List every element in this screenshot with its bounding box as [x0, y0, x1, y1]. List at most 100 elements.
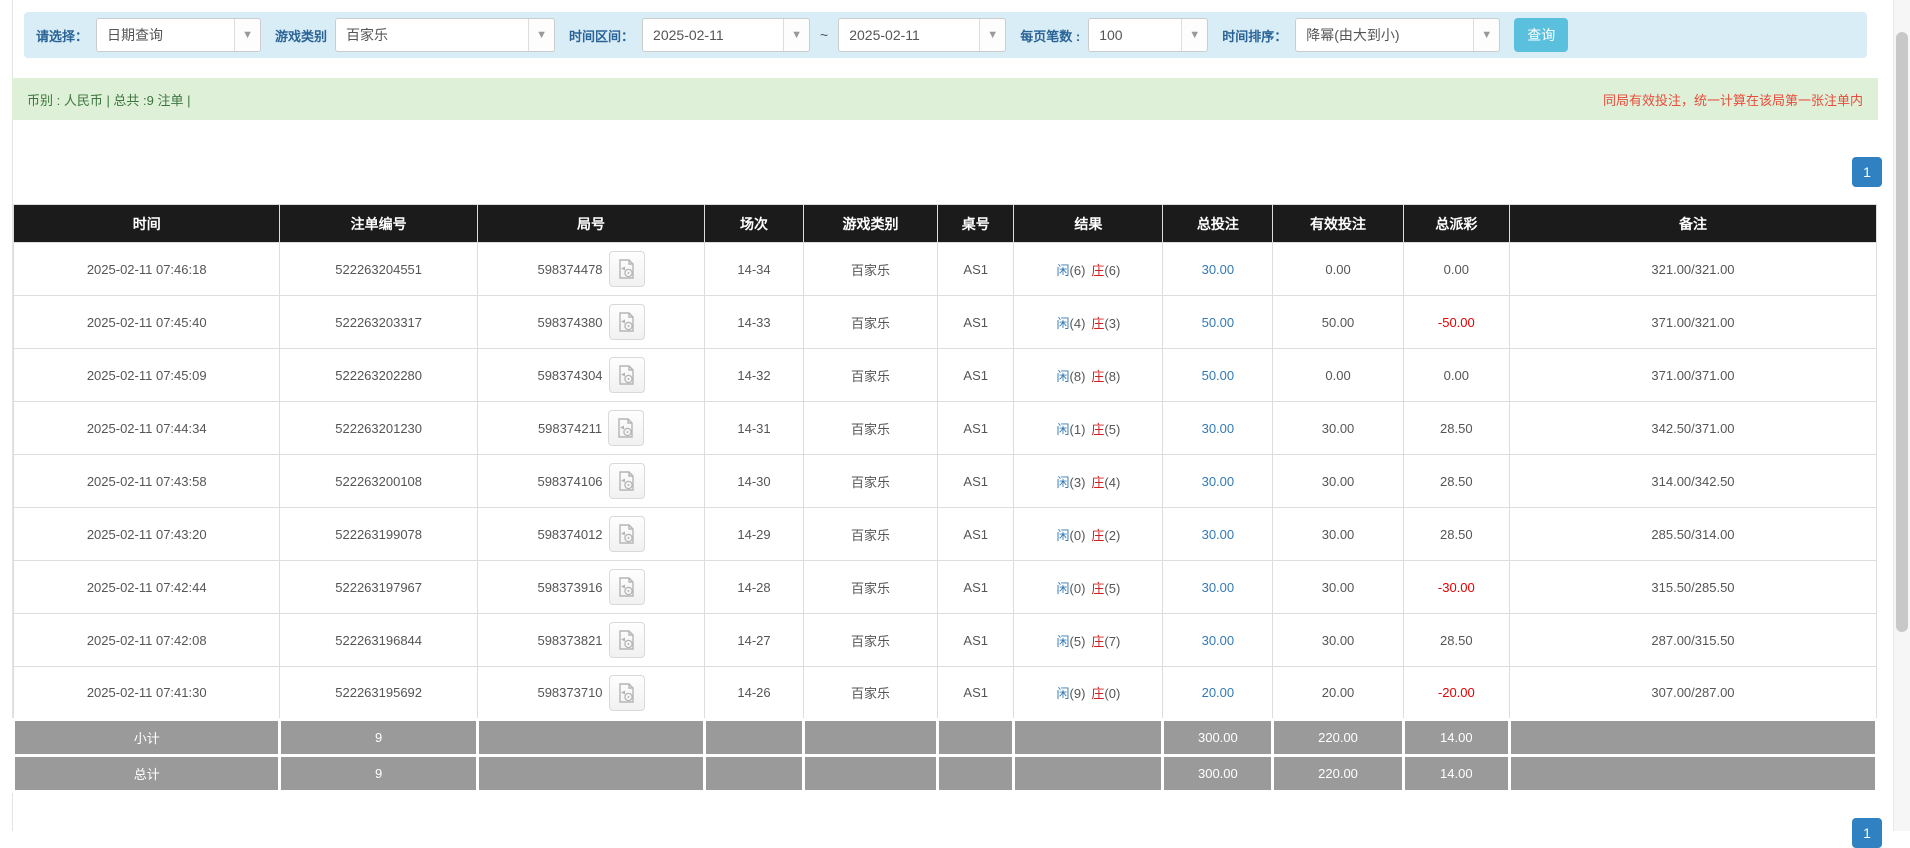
col-round: 局号 — [477, 205, 704, 243]
video-replay-button[interactable] — [609, 569, 645, 605]
cell-session: 14-29 — [705, 508, 804, 561]
cell-game-type: 百家乐 — [803, 402, 937, 455]
result-banker-points: (5) — [1104, 581, 1120, 596]
cell-total-bet: 50.00 — [1163, 349, 1273, 402]
cell-valid-bet: 50.00 — [1273, 296, 1403, 349]
cell-bet-id: 522263202280 — [280, 349, 477, 402]
select-page-size-value: 100 — [1089, 27, 1122, 43]
video-replay-button[interactable] — [609, 463, 645, 499]
cell-time: 2025-02-11 07:41:30 — [14, 667, 280, 720]
table-row: 2025-02-11 07:43:58 522263200108 5983741… — [14, 455, 1877, 508]
result-banker-label: 庄 — [1091, 686, 1104, 701]
select-query-type[interactable]: 日期查询 ▼ — [96, 18, 261, 52]
subtotal-label: 小计 — [14, 720, 280, 756]
result-banker-label: 庄 — [1091, 528, 1104, 543]
cell-round: 598374380 — [477, 296, 704, 349]
video-replay-button[interactable] — [609, 251, 645, 287]
cell-round: 598373916 — [477, 561, 704, 614]
col-result: 结果 — [1014, 205, 1163, 243]
select-query-type-value: 日期查询 — [97, 25, 163, 45]
video-replay-button[interactable] — [608, 410, 644, 446]
cell-game-type: 百家乐 — [803, 614, 937, 667]
page-button-1-bottom[interactable]: 1 — [1852, 818, 1882, 848]
vertical-scrollbar — [1893, 0, 1910, 831]
round-number: 598374106 — [537, 474, 602, 489]
result-player-label: 闲 — [1057, 263, 1070, 278]
video-replay-button[interactable] — [609, 622, 645, 658]
cell-result: 闲(1)庄(5) — [1014, 402, 1163, 455]
cell-valid-bet: 30.00 — [1273, 402, 1403, 455]
total-payout: 14.00 — [1403, 756, 1509, 792]
result-banker-points: (8) — [1104, 369, 1120, 384]
result-player-points: (8) — [1070, 369, 1086, 384]
scrollbar-thumb[interactable] — [1896, 32, 1908, 632]
video-replay-button[interactable] — [609, 304, 645, 340]
cell-session: 14-31 — [705, 402, 804, 455]
cell-result: 闲(3)庄(4) — [1014, 455, 1163, 508]
col-total-bet: 总投注 — [1163, 205, 1273, 243]
result-player-points: (3) — [1070, 475, 1086, 490]
result-player-label: 闲 — [1057, 634, 1070, 649]
select-game-category-value: 百家乐 — [336, 25, 388, 45]
total-bet-link[interactable]: 30.00 — [1202, 474, 1235, 489]
cell-total-bet: 20.00 — [1163, 667, 1273, 720]
round-number: 598374478 — [537, 262, 602, 277]
summary-bar: 币别 : 人民币 | 总共 :9 注单 | 同局有效投注，统一计算在该局第一张注… — [12, 78, 1878, 120]
video-replay-button[interactable] — [609, 357, 645, 393]
total-bet-link[interactable]: 20.00 — [1202, 685, 1235, 700]
bet-records-table-wrap: 时间 注单编号 局号 场次 游戏类别 桌号 结果 总投注 有效投注 总派彩 备注… — [12, 204, 1878, 793]
total-bet-link[interactable]: 30.00 — [1202, 421, 1235, 436]
cell-remark: 314.00/342.50 — [1509, 455, 1876, 508]
round-number: 598374304 — [537, 368, 602, 383]
result-player-points: (6) — [1070, 263, 1086, 278]
select-date-from[interactable]: 2025-02-11 ▼ — [642, 18, 810, 52]
result-player-label: 闲 — [1057, 369, 1070, 384]
result-banker-points: (3) — [1104, 316, 1120, 331]
chevron-down-icon: ▼ — [1473, 19, 1499, 51]
select-game-category[interactable]: 百家乐 ▼ — [335, 18, 555, 52]
total-bet-link[interactable]: 30.00 — [1202, 527, 1235, 542]
cell-session: 14-28 — [705, 561, 804, 614]
page-button-1-top[interactable]: 1 — [1852, 157, 1882, 187]
cell-valid-bet: 20.00 — [1273, 667, 1403, 720]
subtotal-total-bet: 300.00 — [1163, 720, 1273, 756]
select-date-to[interactable]: 2025-02-11 ▼ — [838, 18, 1006, 52]
result-banker-label: 庄 — [1091, 369, 1104, 384]
result-player-points: (0) — [1070, 581, 1086, 596]
cell-game-type: 百家乐 — [803, 508, 937, 561]
round-number: 598373916 — [537, 580, 602, 595]
subtotal-payout: 14.00 — [1403, 720, 1509, 756]
cell-bet-id: 522263200108 — [280, 455, 477, 508]
cell-payout: 0.00 — [1403, 243, 1509, 296]
result-player-points: (4) — [1070, 316, 1086, 331]
search-button[interactable]: 查询 — [1514, 18, 1568, 52]
total-bet-link[interactable]: 50.00 — [1202, 315, 1235, 330]
video-replay-button[interactable] — [609, 516, 645, 552]
total-bet-link[interactable]: 30.00 — [1202, 262, 1235, 277]
total-bet-link[interactable]: 30.00 — [1202, 580, 1235, 595]
total-bet-link[interactable]: 50.00 — [1202, 368, 1235, 383]
round-number: 598373710 — [537, 685, 602, 700]
cell-bet-id: 522263195692 — [280, 667, 477, 720]
cell-total-bet: 30.00 — [1163, 614, 1273, 667]
total-bet-link[interactable]: 30.00 — [1202, 633, 1235, 648]
video-replay-button[interactable] — [609, 675, 645, 711]
cell-table: AS1 — [938, 243, 1014, 296]
cell-remark: 371.00/371.00 — [1509, 349, 1876, 402]
cell-table: AS1 — [938, 296, 1014, 349]
cell-payout: -20.00 — [1403, 667, 1509, 720]
select-time-sort[interactable]: 降幂(由大到小) ▼ — [1295, 18, 1500, 52]
col-game-type: 游戏类别 — [803, 205, 937, 243]
chevron-down-icon: ▼ — [528, 19, 554, 51]
table-row: 2025-02-11 07:45:40 522263203317 5983743… — [14, 296, 1877, 349]
subtotal-valid-bet: 220.00 — [1273, 720, 1403, 756]
cell-payout: 28.50 — [1403, 402, 1509, 455]
cell-total-bet: 30.00 — [1163, 402, 1273, 455]
col-session: 场次 — [705, 205, 804, 243]
cell-session: 14-34 — [705, 243, 804, 296]
filter-label-sort: 时间排序： — [1222, 26, 1287, 45]
subtotal-count: 9 — [280, 720, 477, 756]
cell-total-bet: 30.00 — [1163, 561, 1273, 614]
cell-remark: 371.00/321.00 — [1509, 296, 1876, 349]
select-page-size[interactable]: 100 ▼ — [1088, 18, 1208, 52]
